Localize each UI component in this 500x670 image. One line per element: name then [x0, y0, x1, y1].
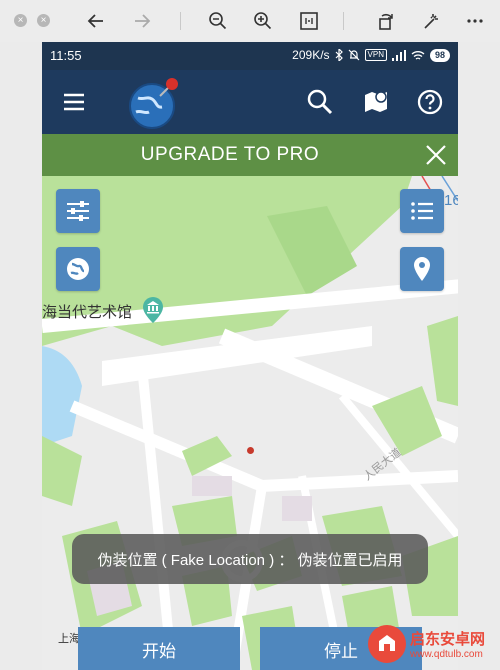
start-button[interactable]: 开始	[78, 627, 240, 670]
location-pin-button[interactable]	[400, 247, 444, 291]
globe-button[interactable]	[56, 247, 100, 291]
vpn-badge: VPN	[364, 49, 387, 61]
watermark-logo-icon	[368, 625, 406, 663]
toolbar-divider	[180, 12, 181, 30]
toast-message: 伪装位置 ( Fake Location ) ： 伪装位置已启用	[72, 534, 428, 584]
magic-wand-icon[interactable]	[419, 9, 443, 33]
minimize-window-icon[interactable]: ×	[37, 14, 50, 27]
search-icon[interactable]	[306, 88, 334, 116]
signal-icon	[391, 49, 406, 61]
status-bar: 11:55 209K/s VPN 98	[42, 42, 458, 70]
upgrade-text: UPGRADE TO PRO	[140, 144, 320, 165]
globe-icon	[67, 258, 89, 280]
bluetooth-icon	[335, 49, 343, 61]
zoom-in-icon[interactable]	[251, 9, 275, 33]
wifi-icon	[411, 50, 425, 60]
map-marker-icon[interactable]	[362, 88, 390, 116]
back-arrow-icon[interactable]	[84, 9, 108, 33]
battery-badge: 98	[429, 48, 450, 62]
mute-icon	[348, 49, 359, 61]
fake-location-marker[interactable]	[247, 447, 254, 454]
more-icon[interactable]	[463, 9, 487, 33]
filter-settings-button[interactable]	[56, 189, 100, 233]
help-icon[interactable]	[416, 88, 444, 116]
list-icon	[411, 202, 433, 220]
network-speed: 209K/s	[292, 48, 330, 62]
app-logo-globe-pin-icon	[126, 76, 182, 130]
forward-arrow-icon[interactable]	[130, 9, 154, 33]
watermark: 启东安卓网 www.qdtulb.com	[368, 618, 500, 670]
watermark-title: 启东安卓网	[410, 631, 486, 648]
map-canvas	[42, 176, 458, 670]
watermark-url: www.qdtulb.com	[410, 649, 483, 660]
fit-page-icon[interactable]	[297, 9, 321, 33]
app-bar	[42, 70, 458, 134]
map-view[interactable]: 16 海当代艺术馆 人民大道 上海大剧院 伪装位置 ( Fake Locatio…	[42, 176, 458, 670]
poi-museum-label: 海当代艺术馆	[42, 304, 133, 321]
rotate-icon[interactable]	[374, 9, 398, 33]
menu-icon[interactable]	[62, 90, 86, 114]
phone-screen: 11:55 209K/s VPN 98 UPGRADE TO PRO 16 海当…	[42, 42, 458, 670]
museum-poi-icon[interactable]	[142, 296, 164, 329]
sliders-icon	[67, 201, 89, 221]
map-edge-number: 16	[444, 192, 458, 209]
status-time: 11:55	[50, 48, 82, 63]
upgrade-banner[interactable]: UPGRADE TO PRO	[42, 134, 458, 176]
status-icons: 209K/s VPN 98	[292, 48, 450, 62]
close-window-icon[interactable]: ×	[14, 14, 27, 27]
zoom-out-icon[interactable]	[206, 9, 230, 33]
toolbar-divider	[343, 12, 344, 30]
location-pin-icon	[414, 257, 430, 281]
list-button[interactable]	[400, 189, 444, 233]
viewer-toolbar: × ×	[0, 0, 500, 42]
close-icon[interactable]	[424, 143, 448, 167]
